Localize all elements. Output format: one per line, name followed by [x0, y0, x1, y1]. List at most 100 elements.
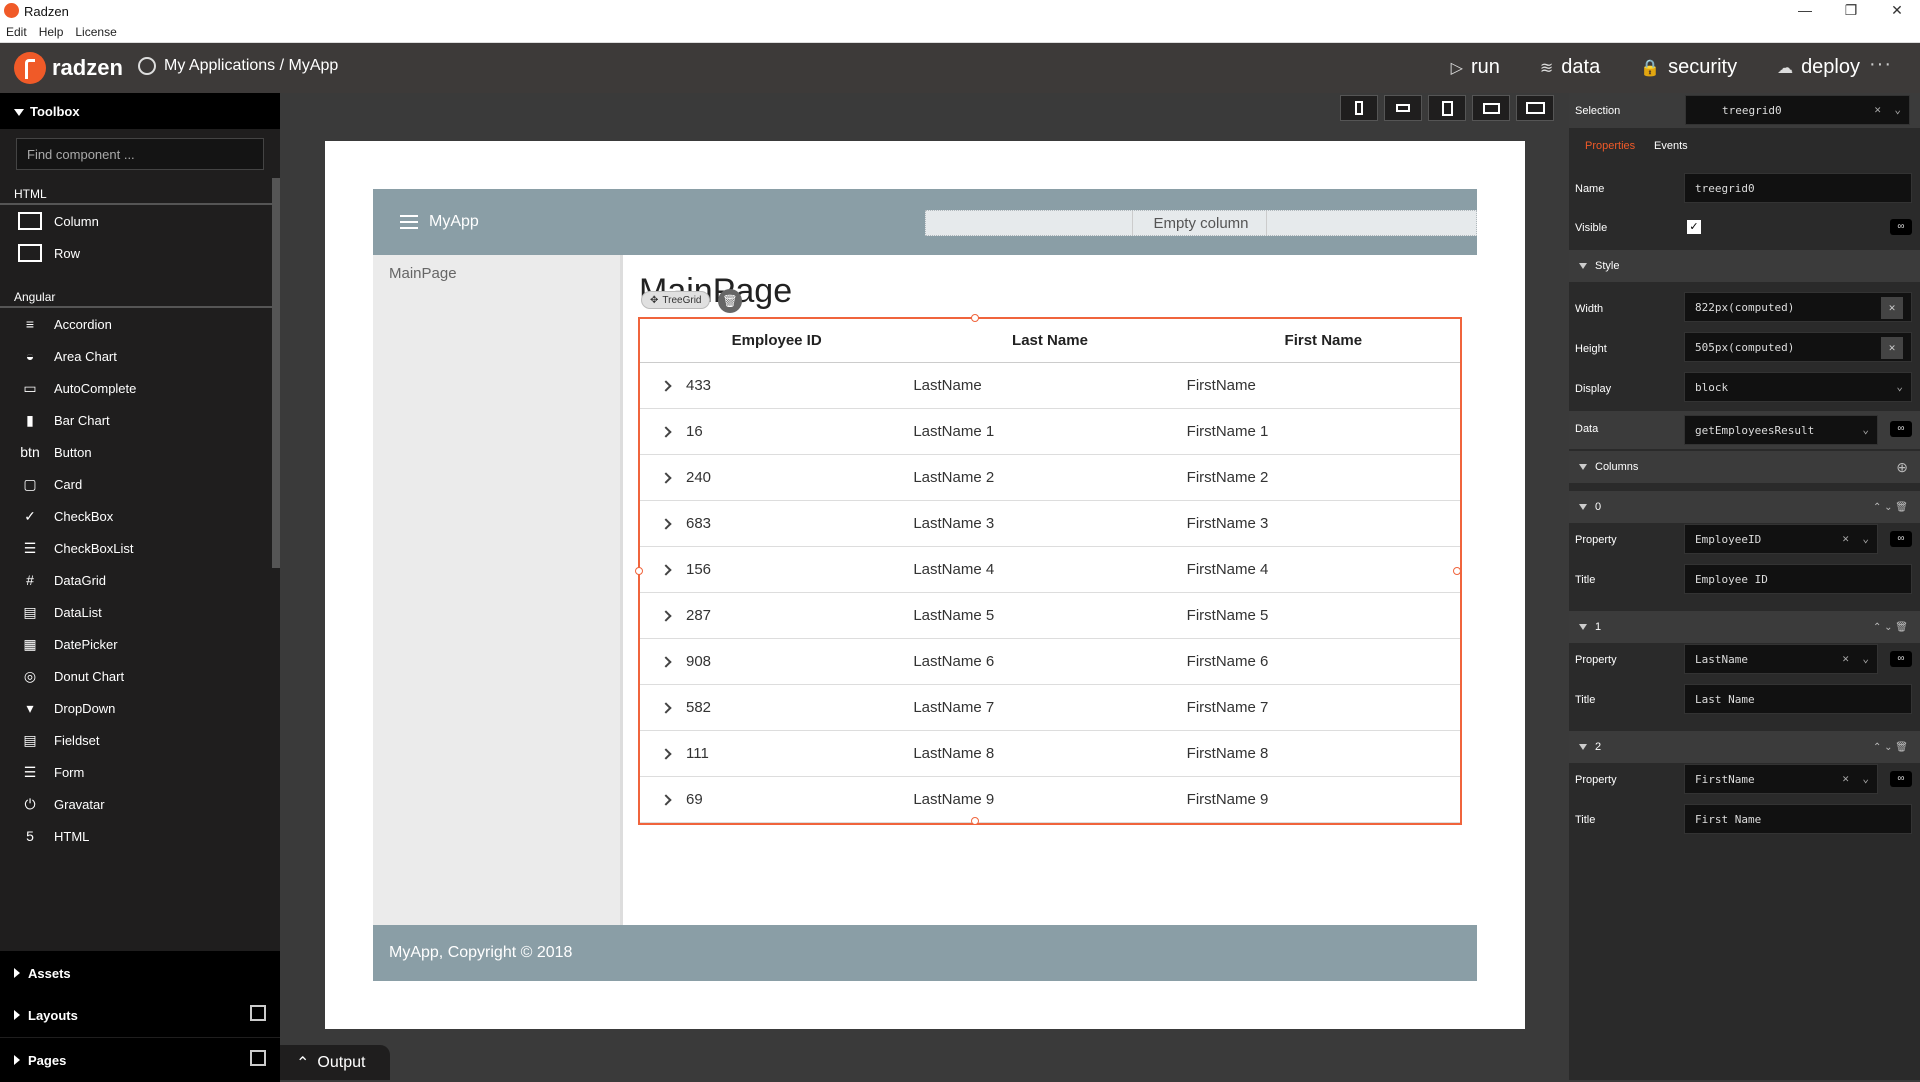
table-row[interactable]: 156 LastName 4 FirstName 4: [640, 547, 1460, 593]
menu-help[interactable]: Help: [33, 22, 70, 39]
table-row[interactable]: 16 LastName 1 FirstName 1: [640, 409, 1460, 455]
toolbox-item-form[interactable]: ☰ Form: [0, 756, 272, 788]
toolbox-item-checkbox[interactable]: ✓ CheckBox: [0, 500, 272, 532]
expand-row-icon[interactable]: [660, 747, 672, 760]
table-row[interactable]: 908 LastName 6 FirstName 6: [640, 639, 1460, 685]
expand-row-icon[interactable]: [660, 425, 672, 438]
toolbox-item-donut-chart[interactable]: ◎ Donut Chart: [0, 660, 272, 692]
style-section[interactable]: Style: [1569, 250, 1920, 282]
maximize-button[interactable]: ❐: [1828, 0, 1874, 22]
visible-bind-icon[interactable]: ∞: [1890, 219, 1912, 235]
name-field[interactable]: treegrid0: [1684, 173, 1912, 203]
column-property-dropdown[interactable]: FirstName ✕ ⌄: [1684, 764, 1878, 794]
chevron-down-icon[interactable]: ⌄: [1862, 652, 1869, 665]
toolbox-item-datalist[interactable]: ▤ DataList: [0, 596, 272, 628]
property-bind-icon[interactable]: ∞: [1890, 771, 1912, 787]
selection-dropdown[interactable]: treegrid0 ✕ ⌄: [1685, 95, 1910, 125]
column-header-last-name[interactable]: Last Name: [913, 319, 1186, 362]
minimize-button[interactable]: —: [1782, 0, 1828, 22]
toolbox-item-column[interactable]: Column: [0, 205, 272, 237]
table-row[interactable]: 240 LastName 2 FirstName 2: [640, 455, 1460, 501]
output-tab[interactable]: ⌃ Output: [280, 1045, 390, 1080]
panel-assets[interactable]: Assets: [0, 951, 280, 995]
device-phone-button[interactable]: [1340, 95, 1378, 121]
expand-row-icon[interactable]: [660, 655, 672, 668]
toolbox-item-accordion[interactable]: ≡ Accordion: [0, 308, 272, 340]
tab-events[interactable]: Events: [1654, 140, 1688, 152]
menu-license[interactable]: License: [69, 22, 122, 39]
empty-column-dropzone[interactable]: Empty column: [925, 210, 1477, 236]
expand-row-icon[interactable]: [660, 701, 672, 714]
toolbox-item-dropdown[interactable]: ▾ DropDown: [0, 692, 272, 724]
nav-data[interactable]: ≋ data: [1540, 56, 1600, 79]
hamburger-icon[interactable]: [400, 215, 418, 229]
chevron-down-icon[interactable]: ⌄: [1896, 380, 1903, 393]
treegrid[interactable]: Employee ID Last Name First Name 433 Las…: [635, 314, 1462, 825]
add-layout-icon[interactable]: [250, 1005, 266, 1021]
width-field[interactable]: 822px(computed) ✕: [1684, 292, 1912, 322]
visible-checkbox[interactable]: ✓: [1687, 220, 1701, 234]
toolbox-item-datagrid[interactable]: # DataGrid: [0, 564, 272, 596]
toolbox-item-bar-chart[interactable]: ▮ Bar Chart: [0, 404, 272, 436]
column-reorder-delete-icons[interactable]: ⌃ ⌄ 🗑: [1873, 742, 1908, 753]
resize-handle-left[interactable]: [635, 567, 643, 575]
data-dropdown[interactable]: getEmployeesResult ⌄: [1684, 415, 1878, 445]
columns-section[interactable]: Columns ⊕: [1569, 451, 1920, 483]
toolbox-scrollbar[interactable]: [272, 178, 280, 568]
clear-icon[interactable]: ✕: [1874, 103, 1881, 116]
column-title-field[interactable]: Employee ID: [1684, 564, 1912, 594]
chevron-down-icon[interactable]: ⌄: [1862, 423, 1869, 436]
expand-row-icon[interactable]: [660, 471, 672, 484]
clear-icon[interactable]: ✕: [1842, 532, 1849, 545]
column-reorder-delete-icons[interactable]: ⌃ ⌄ 🗑: [1873, 502, 1908, 513]
toolbox-item-autocomplete[interactable]: ▭ AutoComplete: [0, 372, 272, 404]
toolbox-item-button[interactable]: btn Button: [0, 436, 272, 468]
find-component-input[interactable]: Find component ...: [16, 138, 264, 170]
toolbox-item-gravatar[interactable]: ⏻ Gravatar: [0, 788, 272, 820]
column-header-first-name[interactable]: First Name: [1187, 319, 1460, 362]
clear-icon[interactable]: ✕: [1842, 652, 1849, 665]
clear-height-icon[interactable]: ✕: [1881, 337, 1903, 359]
device-tablet-button[interactable]: [1428, 95, 1466, 121]
resize-handle-top[interactable]: [971, 314, 979, 322]
resize-handle-bottom[interactable]: [971, 817, 979, 825]
column-property-dropdown[interactable]: LastName ✕ ⌄: [1684, 644, 1878, 674]
column-property-dropdown[interactable]: EmployeeID ✕ ⌄: [1684, 524, 1878, 554]
table-row[interactable]: 287 LastName 5 FirstName 5: [640, 593, 1460, 639]
add-column-icon[interactable]: ⊕: [1896, 459, 1908, 476]
toolbox-item-fieldset[interactable]: ▤ Fieldset: [0, 724, 272, 756]
expand-row-icon[interactable]: [660, 517, 672, 530]
add-page-icon[interactable]: [250, 1050, 266, 1066]
component-badge[interactable]: ✥ TreeGrid: [641, 291, 711, 309]
chevron-down-icon[interactable]: ⌄: [1862, 532, 1869, 545]
chevron-down-icon[interactable]: ⌄: [1894, 103, 1901, 116]
display-dropdown[interactable]: block ⌄: [1684, 372, 1912, 402]
brand[interactable]: radzen: [14, 52, 123, 84]
column-item-2[interactable]: 2 ⌃ ⌄ 🗑: [1569, 731, 1920, 763]
height-field[interactable]: 505px(computed) ✕: [1684, 332, 1912, 362]
column-item-1[interactable]: 1 ⌃ ⌄ 🗑: [1569, 611, 1920, 643]
sidebar-item-mainpage[interactable]: MainPage: [373, 255, 620, 282]
expand-row-icon[interactable]: [660, 563, 672, 576]
menu-edit[interactable]: Edit: [0, 22, 33, 39]
nav-run[interactable]: ▷ run: [1451, 56, 1500, 79]
toolbox-item-area-chart[interactable]: ◒ Area Chart: [0, 340, 272, 372]
expand-row-icon[interactable]: [660, 609, 672, 622]
toolbox-header[interactable]: Toolbox: [0, 93, 280, 129]
toolbox-item-html[interactable]: 5 HTML: [0, 820, 272, 852]
column-item-0[interactable]: 0 ⌃ ⌄ 🗑: [1569, 491, 1920, 523]
nav-security[interactable]: 🔒 security: [1640, 56, 1737, 79]
clear-icon[interactable]: ✕: [1842, 772, 1849, 785]
device-desktop-button[interactable]: [1516, 95, 1554, 121]
resize-handle-right[interactable]: [1453, 567, 1461, 575]
expand-row-icon[interactable]: [660, 379, 672, 392]
table-row[interactable]: 582 LastName 7 FirstName 7: [640, 685, 1460, 731]
expand-row-icon[interactable]: [660, 793, 672, 806]
table-row[interactable]: 433 LastName FirstName: [640, 363, 1460, 409]
breadcrumb[interactable]: My Applications / MyApp: [138, 57, 338, 75]
toolbox-item-row[interactable]: Row: [0, 237, 272, 269]
column-header-employee-id[interactable]: Employee ID: [640, 319, 913, 362]
property-bind-icon[interactable]: ∞: [1890, 651, 1912, 667]
table-row[interactable]: 69 LastName 9 FirstName 9: [640, 777, 1460, 823]
table-row[interactable]: 683 LastName 3 FirstName 3: [640, 501, 1460, 547]
